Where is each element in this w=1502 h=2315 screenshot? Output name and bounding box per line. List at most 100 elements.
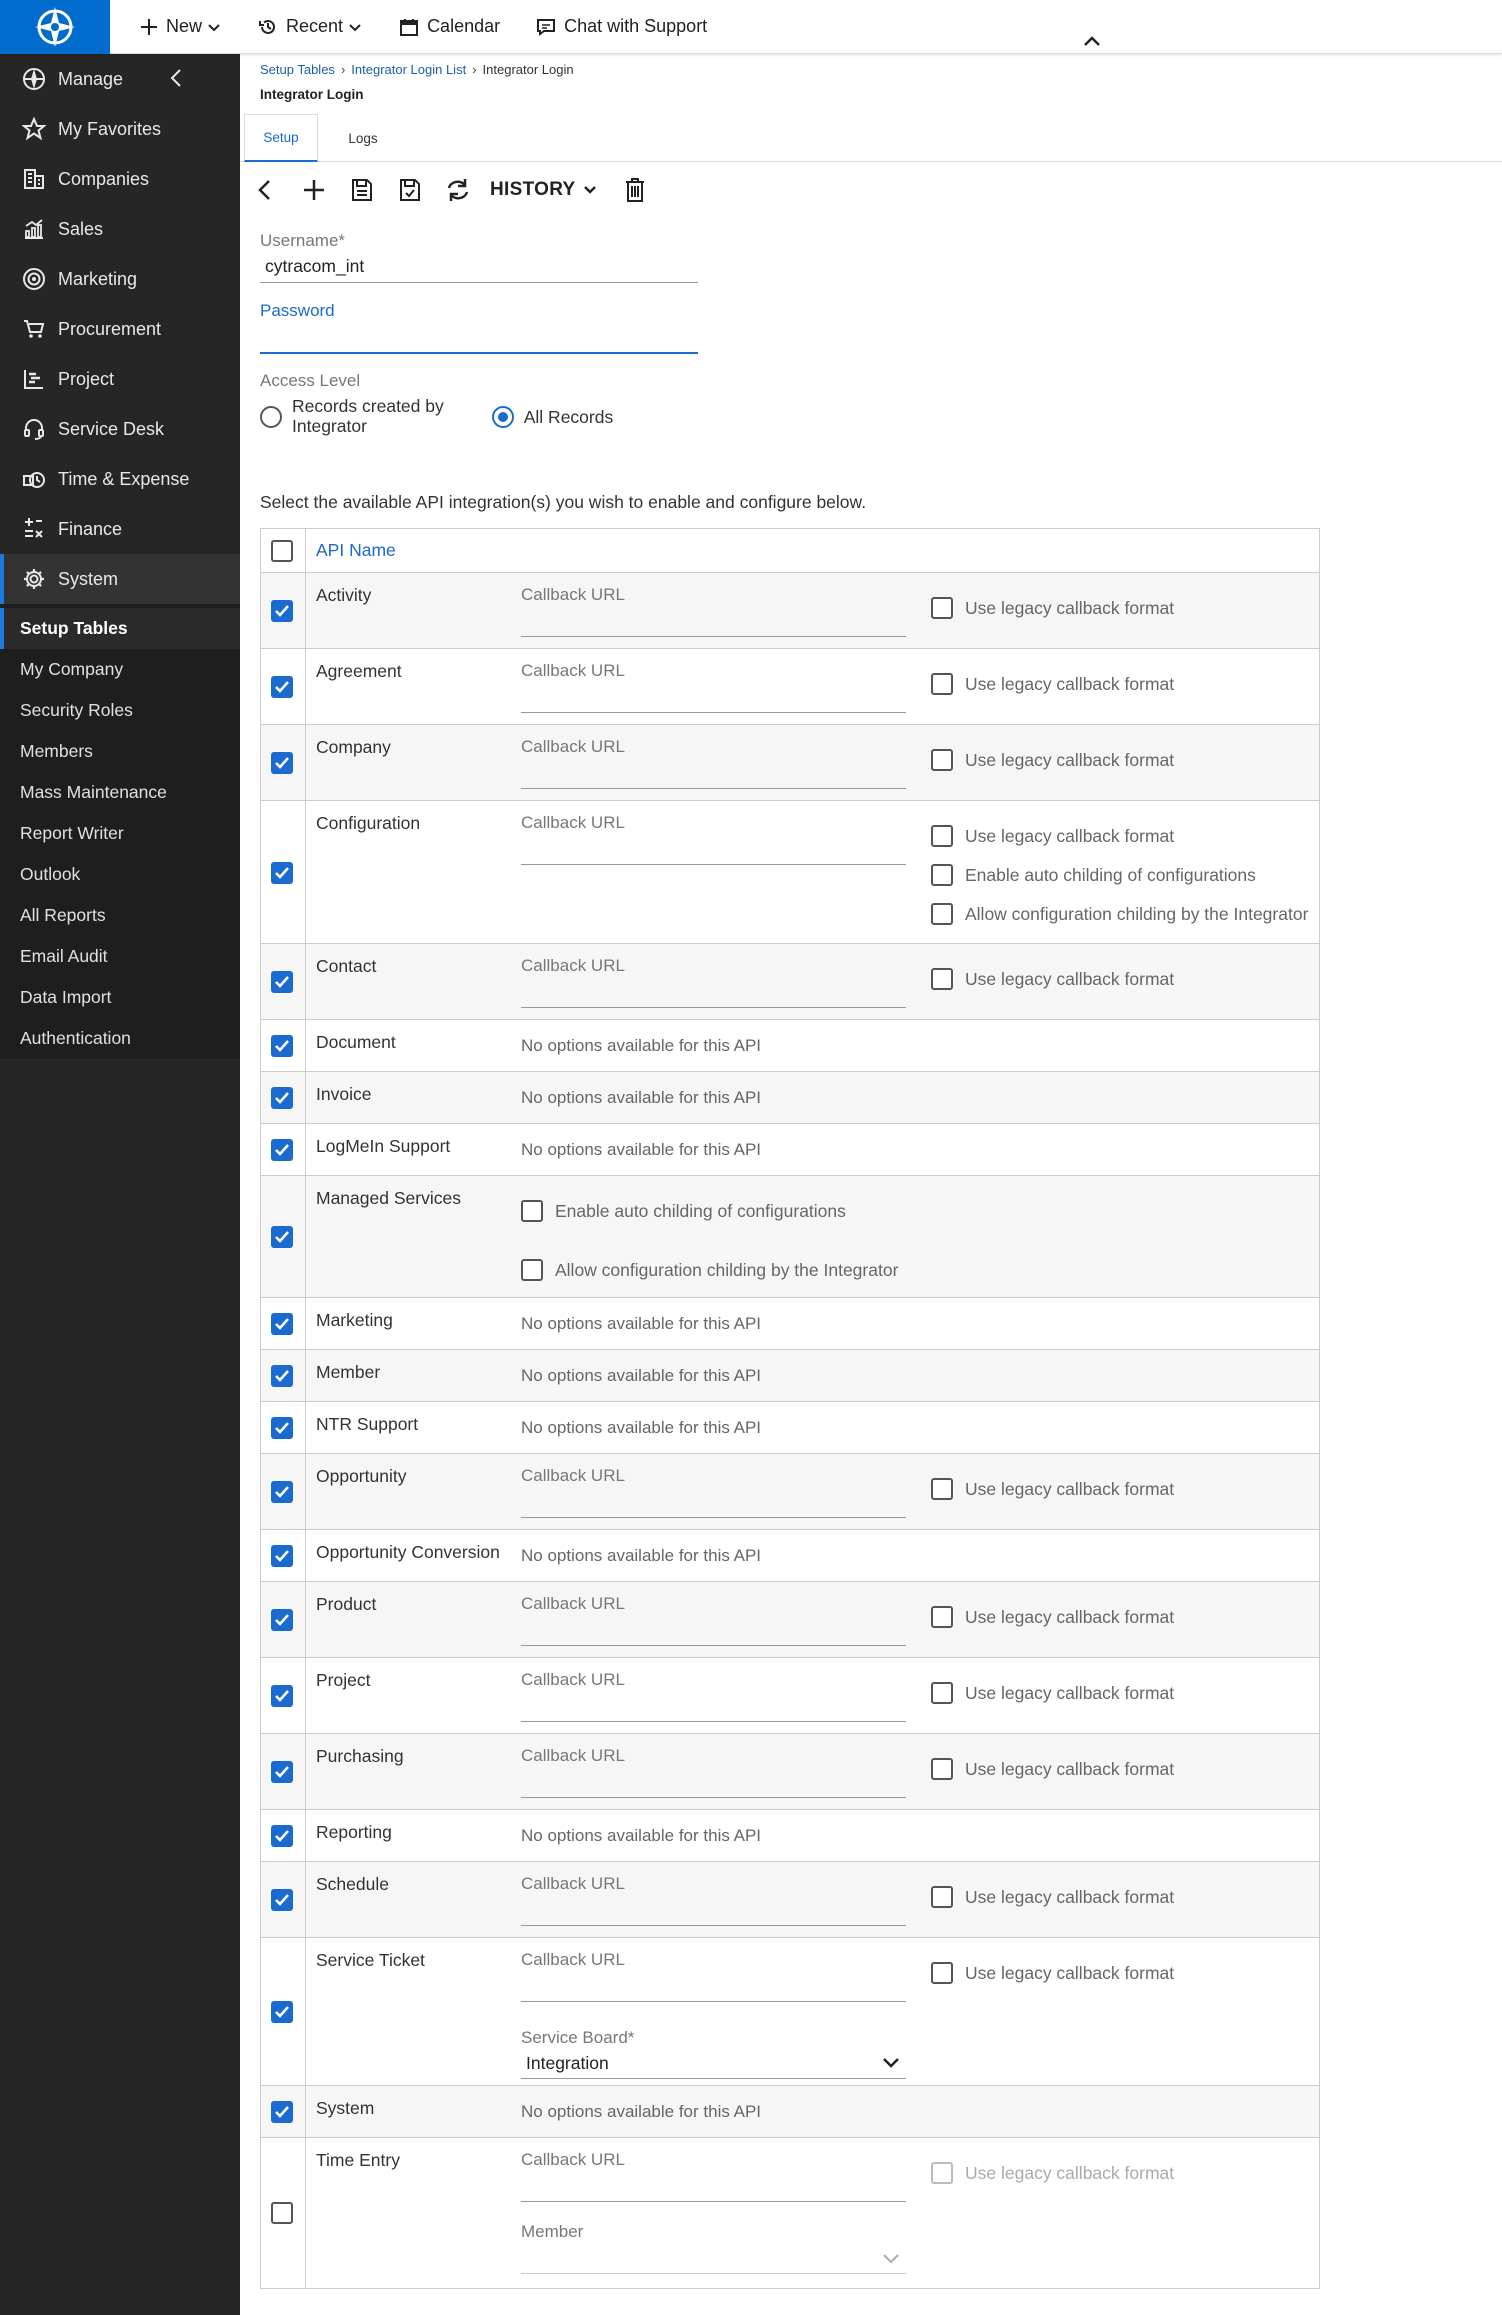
sidebar-item-project[interactable]: Project	[0, 354, 240, 404]
callback-url-input[interactable]	[521, 788, 906, 789]
sidebar-item-service-desk[interactable]: Service Desk	[0, 404, 240, 454]
breadcrumb-integrator-login-list[interactable]: Integrator Login List	[351, 62, 466, 77]
password-input[interactable]	[260, 352, 698, 354]
legacy-callback-option-checkbox[interactable]	[931, 825, 953, 847]
breadcrumb-setup-tables[interactable]: Setup Tables	[260, 62, 335, 77]
radio-all-records[interactable]	[491, 406, 514, 428]
sidebar-item-system[interactable]: System	[0, 554, 240, 604]
callback-url-input[interactable]	[521, 2001, 906, 2002]
allow-child-option-checkbox[interactable]	[521, 1259, 543, 1281]
sidebar-item-time-expense[interactable]: Time & Expense	[0, 454, 240, 504]
tab-logs[interactable]: Logs	[336, 114, 390, 162]
submenu-item-outlook[interactable]: Outlook	[0, 854, 240, 895]
row-checkbox[interactable]	[271, 2001, 293, 2023]
sidebar-item-marketing[interactable]: Marketing	[0, 254, 240, 304]
legacy-callback-option[interactable]: Use legacy callback format	[931, 1962, 1174, 1984]
row-checkbox[interactable]	[271, 1226, 293, 1248]
legacy-callback-option[interactable]: Use legacy callback format	[931, 825, 1174, 847]
row-checkbox[interactable]	[271, 862, 293, 884]
legacy-callback-option[interactable]: Use legacy callback format	[931, 1886, 1174, 1908]
callback-url-input[interactable]	[521, 1721, 906, 1722]
radio-records-by-integrator[interactable]	[260, 406, 282, 428]
callback-url-input[interactable]	[521, 1797, 906, 1798]
callback-url-input[interactable]	[521, 636, 906, 637]
legacy-callback-option[interactable]: Use legacy callback format	[931, 2162, 1174, 2184]
row-checkbox[interactable]	[271, 2101, 293, 2123]
chevron-up-icon[interactable]	[1082, 34, 1102, 48]
row-checkbox[interactable]	[271, 1139, 293, 1161]
legacy-callback-option-checkbox[interactable]	[931, 749, 953, 771]
row-checkbox[interactable]	[271, 752, 293, 774]
chevron-down-icon[interactable]	[881, 2250, 901, 2271]
row-checkbox[interactable]	[271, 2202, 293, 2224]
row-checkbox[interactable]	[271, 1685, 293, 1707]
legacy-callback-option[interactable]: Use legacy callback format	[931, 1682, 1174, 1704]
submenu-item-setup-tables[interactable]: Setup Tables	[0, 608, 240, 649]
row-checkbox[interactable]	[271, 1889, 293, 1911]
service-board-select[interactable]: Integration	[526, 2053, 609, 2074]
row-checkbox[interactable]	[271, 1313, 293, 1335]
back-button[interactable]	[256, 170, 290, 210]
legacy-callback-option-checkbox[interactable]	[931, 1758, 953, 1780]
legacy-callback-option-checkbox[interactable]	[931, 1682, 953, 1704]
submenu-item-authentication[interactable]: Authentication	[0, 1018, 240, 1059]
logo[interactable]	[0, 0, 110, 54]
submenu-item-report-writer[interactable]: Report Writer	[0, 813, 240, 854]
callback-url-input[interactable]	[521, 864, 906, 865]
row-checkbox[interactable]	[271, 971, 293, 993]
legacy-callback-option[interactable]: Use legacy callback format	[931, 1478, 1174, 1500]
history-dropdown[interactable]: HISTORY	[490, 179, 598, 201]
sidebar-item-finance[interactable]: Finance	[0, 504, 240, 554]
add-button[interactable]	[290, 170, 338, 210]
legacy-callback-option[interactable]: Use legacy callback format	[931, 1606, 1174, 1628]
allow-child-option[interactable]: Allow configuration childing by the Inte…	[521, 1259, 898, 1281]
submenu-item-my-company[interactable]: My Company	[0, 649, 240, 690]
legacy-callback-option[interactable]: Use legacy callback format	[931, 749, 1174, 771]
save-and-close-button[interactable]	[386, 170, 434, 210]
submenu-item-data-import[interactable]: Data Import	[0, 977, 240, 1018]
row-checkbox[interactable]	[271, 1035, 293, 1057]
submenu-item-email-audit[interactable]: Email Audit	[0, 936, 240, 977]
allow-child-option[interactable]: Allow configuration childing by the Inte…	[931, 903, 1308, 925]
chevron-down-icon[interactable]	[881, 2054, 901, 2075]
callback-url-input[interactable]	[521, 1925, 906, 1926]
sidebar-item-manage[interactable]: Manage	[0, 54, 240, 104]
row-checkbox[interactable]	[271, 1609, 293, 1631]
row-checkbox[interactable]	[271, 1365, 293, 1387]
row-checkbox[interactable]	[271, 1417, 293, 1439]
row-checkbox[interactable]	[271, 1761, 293, 1783]
row-checkbox[interactable]	[271, 1087, 293, 1109]
tab-setup[interactable]: Setup	[244, 114, 318, 162]
callback-url-input[interactable]	[521, 2201, 906, 2202]
chevron-left-icon[interactable]	[168, 68, 184, 88]
submenu-item-security-roles[interactable]: Security Roles	[0, 690, 240, 731]
legacy-callback-option-checkbox[interactable]	[931, 597, 953, 619]
auto-child-option-checkbox[interactable]	[521, 1200, 543, 1222]
recent-menu[interactable]: Recent	[258, 0, 363, 54]
legacy-callback-option-checkbox[interactable]	[931, 673, 953, 695]
legacy-callback-option[interactable]: Use legacy callback format	[931, 1758, 1174, 1780]
sidebar-item-companies[interactable]: Companies	[0, 154, 240, 204]
legacy-callback-option-checkbox[interactable]	[931, 1886, 953, 1908]
select-all-checkbox[interactable]	[271, 540, 293, 562]
auto-child-option-checkbox[interactable]	[931, 864, 953, 886]
legacy-callback-option[interactable]: Use legacy callback format	[931, 673, 1174, 695]
row-checkbox[interactable]	[271, 1825, 293, 1847]
api-name-header[interactable]: API Name	[316, 540, 396, 561]
member-select[interactable]	[521, 2273, 906, 2274]
legacy-callback-option-checkbox[interactable]	[931, 1478, 953, 1500]
calendar-link[interactable]: Calendar	[399, 0, 500, 54]
row-checkbox[interactable]	[271, 1545, 293, 1567]
callback-url-input[interactable]	[521, 1517, 906, 1518]
save-button[interactable]	[338, 170, 386, 210]
auto-child-option[interactable]: Enable auto childing of configurations	[931, 864, 1256, 886]
submenu-item-all-reports[interactable]: All Reports	[0, 895, 240, 936]
allow-child-option-checkbox[interactable]	[931, 903, 953, 925]
delete-button[interactable]	[620, 170, 650, 210]
submenu-item-members[interactable]: Members	[0, 731, 240, 772]
chat-support-link[interactable]: Chat with Support	[536, 0, 707, 54]
username-input[interactable]: cytracom_int	[265, 256, 364, 277]
access-option-integrator[interactable]: Records created by Integrator	[260, 396, 444, 436]
access-option-all[interactable]: All Records	[491, 406, 613, 428]
refresh-button[interactable]	[434, 170, 482, 210]
